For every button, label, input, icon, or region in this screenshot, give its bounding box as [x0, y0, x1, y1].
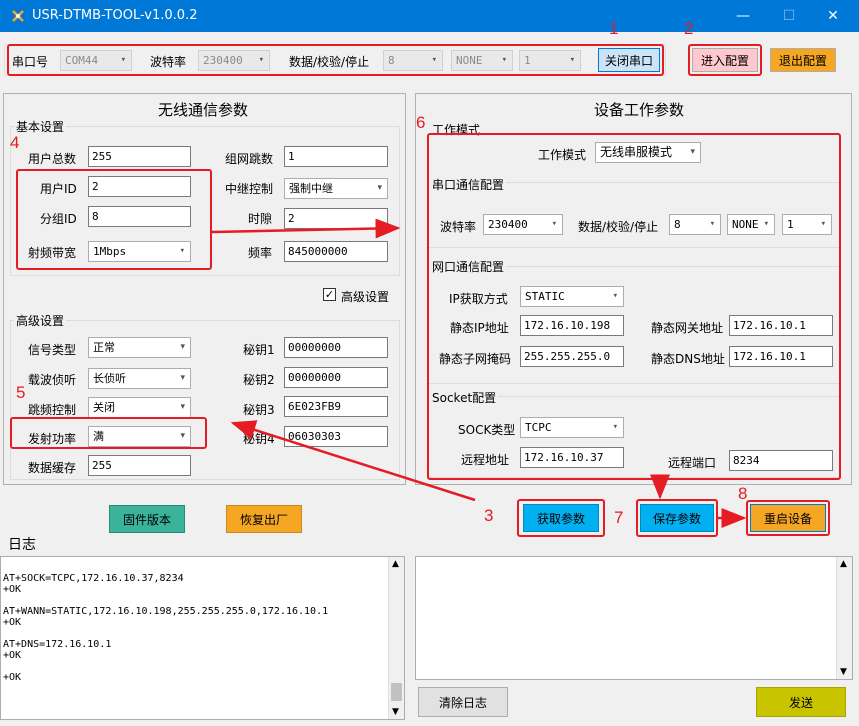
arrow-to-power	[230, 420, 476, 502]
annotation-arrows	[211, 218, 747, 528]
arrow-right	[211, 218, 401, 239]
